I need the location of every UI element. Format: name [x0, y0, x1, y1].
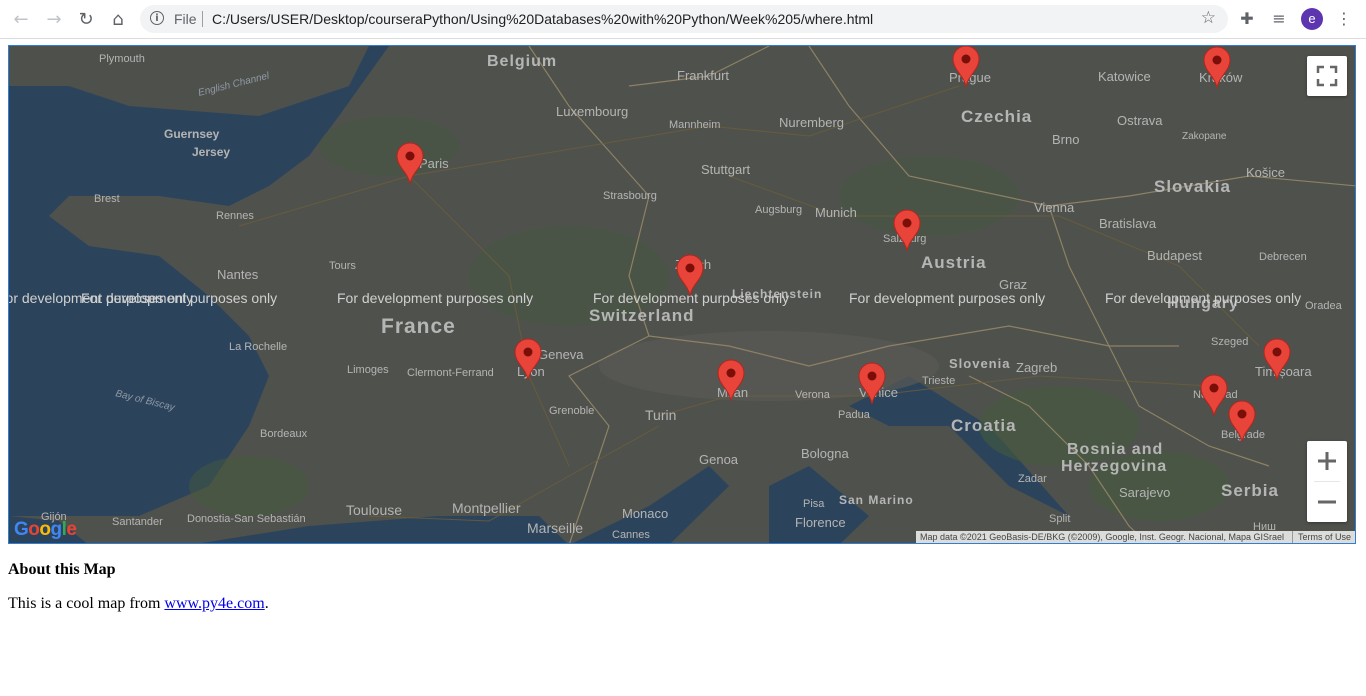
watermark-text: For development purposes only — [81, 290, 277, 306]
dev-watermark: For development purposes only For develo… — [9, 290, 1301, 306]
py4e-link[interactable]: www.py4e.com — [164, 595, 264, 612]
address-separator — [202, 11, 203, 27]
description-period: . — [264, 595, 269, 612]
address-bar[interactable]: i File C:/Users/USER/Desktop/courseraPyt… — [140, 5, 1228, 33]
info-icon[interactable]: i — [150, 11, 164, 25]
reload-icon[interactable]: ↻ — [75, 8, 97, 30]
watermark-text: For development purposes only — [849, 290, 1045, 306]
extensions-icon[interactable]: ✚ — [1236, 8, 1258, 30]
browser-toolbar: ← → ↻ ⌂ i File C:/Users/USER/Desktop/cou… — [0, 0, 1366, 39]
zoom-in-button[interactable] — [1307, 441, 1347, 481]
media-control-icon[interactable]: ≡ — [1268, 8, 1290, 30]
description-paragraph: This is a cool map from www.py4e.com. — [8, 595, 269, 613]
watermark-text: For development purposes only — [1105, 290, 1301, 306]
attribution-text: Map data ©2021 GeoBasis-DE/BKG (©2009), … — [920, 532, 1284, 542]
star-icon[interactable]: ☆ — [1201, 8, 1216, 28]
fullscreen-button[interactable] — [1307, 56, 1347, 96]
zoom-out-button[interactable] — [1307, 482, 1347, 522]
page-heading: About this Map — [8, 561, 116, 578]
fullscreen-icon — [1316, 65, 1338, 87]
plus-icon — [1318, 452, 1336, 470]
back-icon[interactable]: ← — [10, 8, 32, 30]
map-attribution: Map data ©2021 GeoBasis-DE/BKG (©2009), … — [916, 531, 1355, 543]
google-map[interactable]: Belgium Czechia Slovakia Austria France … — [8, 45, 1356, 544]
home-icon[interactable]: ⌂ — [107, 8, 129, 30]
address-scheme-label: File — [174, 11, 197, 27]
terms-of-use-link[interactable]: Terms of Use — [1291, 531, 1351, 543]
forward-icon[interactable]: → — [43, 8, 65, 30]
google-logo[interactable]: Google — [14, 519, 77, 541]
map-canvas[interactable]: Belgium Czechia Slovakia Austria France … — [9, 46, 1356, 544]
watermark-text: For development purposes only — [337, 290, 533, 306]
menu-icon[interactable]: ⋮ — [1333, 8, 1355, 30]
description-text: This is a cool map from — [8, 595, 165, 612]
avatar[interactable]: e — [1301, 8, 1323, 30]
zoom-control — [1307, 441, 1347, 522]
minus-icon — [1318, 500, 1336, 504]
address-url[interactable]: C:/Users/USER/Desktop/courseraPython/Usi… — [212, 11, 873, 27]
